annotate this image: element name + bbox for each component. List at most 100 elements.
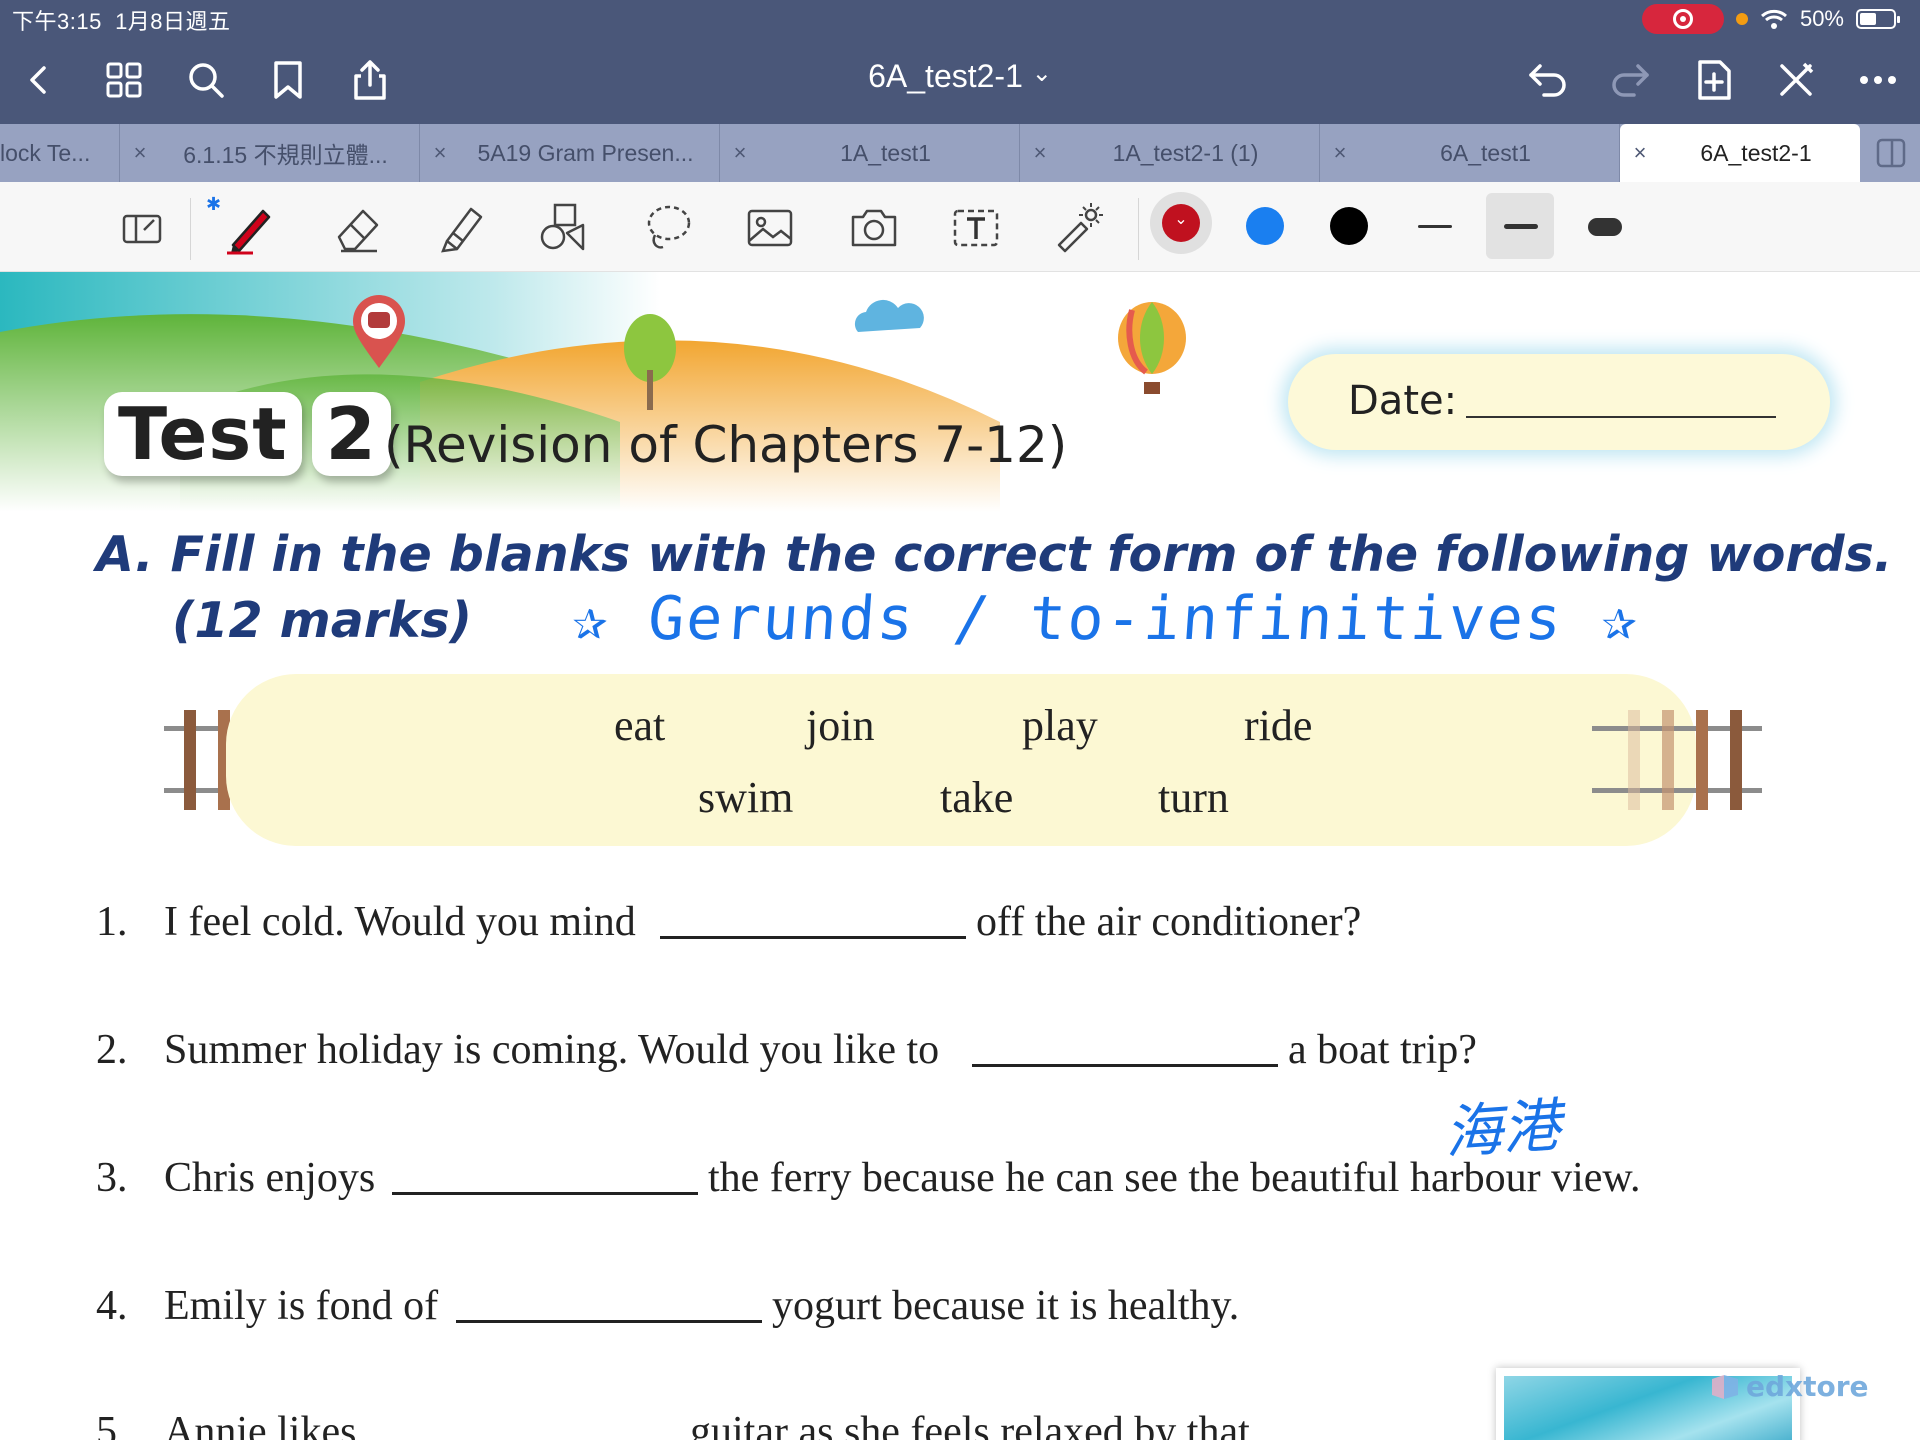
question-1-blank[interactable] [660,936,966,939]
close-tab-icon[interactable]: × [1020,140,1060,166]
top-bar: 下午3:15 1月8日週五 50% 6A_test2-1 ⌄ [0,0,1920,124]
question-4-before: Emily is fond of [164,1283,439,1329]
tab-label: 6.1.15 不規則立體... [183,142,388,168]
question-5-after: guitar as she feels relaxed by that. [690,1409,1261,1440]
read-only-mode-icon[interactable] [114,200,170,256]
tab-0[interactable]: lock Te... [0,124,120,182]
question-4-blank[interactable] [456,1320,762,1323]
document-page[interactable]: Test 2 (Revision of Chapters 7-12) Date: … [0,272,1920,1440]
question-3-blank[interactable] [392,1192,698,1195]
shapes-tool-icon[interactable] [536,200,592,256]
battery-icon [1856,9,1900,29]
color-swatch-black[interactable] [1330,207,1368,245]
app-window: 下午3:15 1月8日週五 50% 6A_test2-1 ⌄ lock Te..… [0,0,1920,1440]
stroke-thin[interactable] [1418,225,1452,228]
search-icon[interactable] [182,56,230,104]
edxtore-watermark: edxtore [1710,1370,1869,1403]
close-tab-icon[interactable]: × [1620,140,1660,166]
question-3-before: Chris enjoys [164,1155,376,1201]
pencil-ruler-icon[interactable] [1772,56,1820,104]
chevron-down-icon[interactable]: ⌄ [1032,60,1052,87]
tree-icon [620,310,680,415]
camera-tool-icon[interactable] [846,200,902,256]
date-text: 1月8日週五 [115,9,231,34]
question-2-blank[interactable] [972,1064,1278,1067]
stroke-medium-selected[interactable] [1486,193,1554,259]
section-a-heading: A. Fill in the blanks with the correct f… [96,526,1893,583]
color-swatch-red[interactable]: ⌄ [1162,204,1200,242]
image-tool-icon[interactable] [742,200,798,256]
question-2-number: 2. [96,1027,128,1073]
word-bank-item: turn [1158,773,1229,822]
question-5-before: Annie likes [164,1409,357,1440]
stroke-thick[interactable] [1588,218,1622,236]
lasso-tool-icon[interactable] [640,200,696,256]
test-number: 2 [311,392,391,476]
more-options-icon[interactable] [1854,56,1902,104]
close-tab-icon[interactable]: × [420,140,460,166]
word-bank-item: join [806,701,875,750]
tab-label: 6A_test2-1 [1700,139,1812,166]
word-bank-item: ride [1244,701,1313,750]
question-3-after: the ferry because he can see the beautif… [708,1155,1641,1201]
question-1-number: 1. [96,899,128,945]
wifi-icon [1760,9,1787,29]
tab-3[interactable]: × 1A_test1 [720,124,1020,182]
question-2-after: a boat trip? [1288,1027,1477,1073]
tab-6-active[interactable]: × 6A_test2-1 [1620,124,1860,182]
chevron-down-icon: ⌄ [1174,211,1188,228]
watermark-text: edxtore [1746,1370,1869,1403]
color-swatch-blue[interactable] [1246,207,1284,245]
laser-pointer-tool-icon[interactable] [1050,200,1106,256]
close-tab-icon[interactable]: × [120,140,160,166]
time-text: 下午3:15 [12,9,102,34]
train-pin-icon [350,294,408,375]
mic-in-use-dot [1735,13,1748,25]
question-4-after: yogurt because it is healthy. [772,1283,1240,1329]
question-4-number: 4. [96,1283,128,1329]
handwritten-annotation: ✰ Gerunds / to-infinitives ✰ [569,584,1642,654]
bookmark-icon[interactable] [264,56,312,104]
toolbar-divider [1138,198,1139,260]
test-word: Test [104,392,302,476]
tab-4[interactable]: × 1A_test2-1 (1) [1020,124,1320,182]
split-view-icon[interactable] [1876,138,1906,173]
redo-icon[interactable] [1606,56,1654,104]
eraser-tool-icon[interactable] [330,200,386,256]
date-blank-line[interactable] [1466,416,1776,418]
status-indicators: 50% [1641,4,1900,34]
question-1-before: I feel cold. Would you mind [164,899,636,945]
share-icon[interactable] [346,56,394,104]
tab-1[interactable]: × 6.1.15 不規則立體... [120,124,420,182]
undo-icon[interactable] [1524,56,1572,104]
test-subtitle: (Revision of Chapters 7-12) [384,416,1068,474]
word-bank-item: swim [698,773,794,822]
section-a-marks: (12 marks) [172,592,473,649]
status-time: 下午3:15 1月8日週五 [12,4,231,36]
word-bank-item: eat [614,701,666,750]
question-3-number: 3. [96,1155,128,1201]
document-title-text[interactable]: 6A_test2-1 [868,58,1023,94]
add-page-icon[interactable] [1690,56,1738,104]
close-tab-icon[interactable]: × [720,140,760,166]
tab-label: 5A19 Gram Presen... [477,139,694,166]
screen-recording-indicator[interactable] [1641,4,1724,34]
pen-tool-icon[interactable] [222,200,278,256]
question-5-number: 5. [96,1409,128,1440]
date-box: Date: [1288,354,1830,450]
grid-view-icon[interactable] [100,56,148,104]
tab-label: 1A_test1 [840,139,931,166]
hot-air-balloon-icon [1116,302,1188,403]
tab-5[interactable]: × 6A_test1 [1320,124,1620,182]
bluetooth-icon: ✱ [206,194,222,214]
tab-label: 6A_test1 [1440,139,1531,166]
tab-2[interactable]: × 5A19 Gram Presen... [420,124,720,182]
back-icon[interactable] [16,56,64,104]
edxtore-logo-icon [1712,1374,1738,1399]
tab-label: 1A_test2-1 (1) [1112,139,1259,166]
close-tab-icon[interactable]: × [1320,140,1360,166]
text-box-tool-icon[interactable] [948,200,1004,256]
tab-label: lock Te... [0,139,91,166]
highlighter-tool-icon[interactable] [434,200,490,256]
stroke-medium-line [1504,224,1538,229]
